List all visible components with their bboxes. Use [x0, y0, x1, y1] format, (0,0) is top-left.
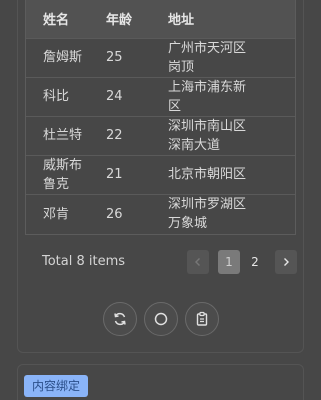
header-name: 姓名	[43, 13, 70, 29]
cell-age: 25	[106, 50, 123, 65]
table-card: 姓名 年龄 地址 詹姆斯 25 广州市天河区 岗顶 科比 24 上海市浦东新区 杜…	[17, 0, 304, 353]
cell-age: 21	[106, 167, 123, 182]
cell-name: 邓肯	[43, 206, 70, 222]
address-line: 广州市天河区	[168, 40, 247, 56]
next-page-button[interactable]	[275, 250, 297, 274]
cell-name: 科比	[43, 89, 70, 104]
page-2-button[interactable]: 2	[244, 250, 266, 274]
header-address: 地址	[168, 13, 195, 29]
cell-name: 杜兰特	[43, 128, 83, 143]
address-line: 万象城	[168, 216, 208, 232]
chevron-left-icon	[195, 258, 200, 266]
table-row[interactable]: 邓肯 26 深圳市罗湖区 万象城	[26, 194, 295, 234]
table-row[interactable]: 科比 24 上海市浦东新区	[26, 77, 295, 116]
cell-address: 深圳市南山区 深南大道	[168, 116, 295, 155]
table-row[interactable]: 威斯布鲁克 21 北京市朝阳区	[26, 155, 295, 194]
table-row[interactable]: 杜兰特 22 深圳市南山区 深南大道	[26, 116, 295, 155]
refresh-button[interactable]	[103, 302, 137, 336]
table-row[interactable]: 詹姆斯 25 广州市天河区 岗顶	[26, 38, 295, 77]
address-line: 深圳市罗湖区	[168, 197, 247, 213]
prev-page-button[interactable]	[187, 250, 209, 274]
cell-age: 24	[106, 89, 123, 104]
clipboard-button[interactable]	[185, 302, 219, 336]
circle-button[interactable]	[144, 302, 178, 336]
cell-name: 詹姆斯	[43, 50, 83, 65]
cell-address: 深圳市罗湖区 万象城	[168, 194, 295, 234]
data-table: 姓名 年龄 地址 詹姆斯 25 广州市天河区 岗顶 科比 24 上海市浦东新区 杜…	[25, 0, 296, 235]
total-count: Total 8 items	[42, 254, 126, 269]
cell-address: 北京市朝阳区	[168, 167, 247, 182]
pagination: Total 8 items 1 2	[18, 250, 305, 276]
refresh-icon	[114, 312, 126, 326]
content-binding-tag: 内容绑定	[24, 375, 89, 397]
table-header-row: 姓名 年龄 地址	[26, 0, 295, 38]
cell-address: 广州市天河区 岗顶	[168, 38, 295, 77]
cell-age: 26	[106, 206, 123, 222]
header-age: 年龄	[106, 13, 133, 29]
cell-address: 上海市浦东新区	[168, 77, 295, 116]
cell-name: 威斯布 鲁克	[26, 155, 106, 194]
address-line: 深南大道	[168, 137, 221, 153]
address-line: 上海市浦东新	[168, 79, 247, 95]
circle-icon	[154, 312, 168, 326]
chevron-right-icon	[284, 258, 289, 266]
clipboard-icon	[196, 311, 208, 326]
address-line: 区	[168, 98, 182, 114]
action-buttons	[103, 302, 223, 336]
cell-age: 22	[106, 128, 123, 143]
address-line: 深圳市南山区	[168, 118, 247, 134]
content-binding-card: 内容绑定	[17, 364, 304, 400]
page-1-button[interactable]: 1	[218, 250, 240, 274]
name-line: 鲁克	[43, 176, 70, 192]
name-line: 威斯布	[43, 157, 83, 173]
address-line: 岗顶	[168, 59, 195, 75]
